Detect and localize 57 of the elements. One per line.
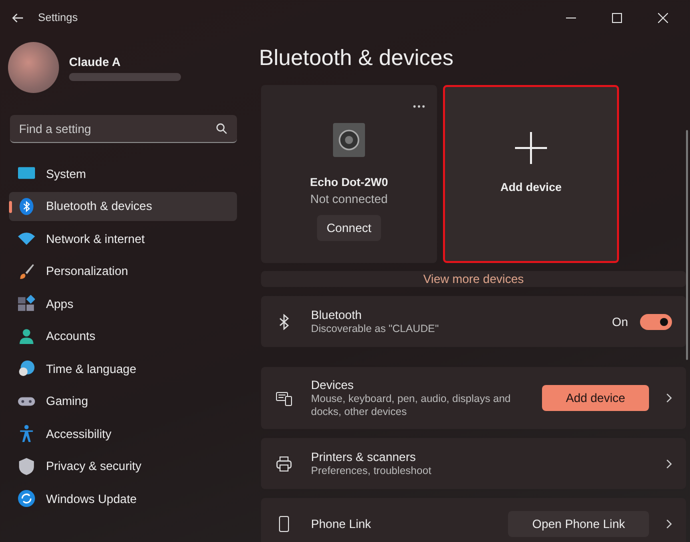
sidebar-item[interactable]: Apps	[9, 289, 237, 318]
settings-row[interactable]: Devices Mouse, keyboard, pen, audio, displays and docks, other devices Add device	[261, 367, 686, 429]
close-icon[interactable]	[658, 12, 668, 22]
monitor-icon	[18, 165, 35, 182]
window-title: Settings	[38, 12, 78, 24]
view-more-devices-button[interactable]: View more devices	[261, 271, 686, 287]
sidebar-item[interactable]: Accounts	[9, 322, 237, 350]
toggle-state: On	[612, 314, 628, 328]
paintbrush-icon	[18, 262, 35, 280]
bluetooth-icon	[18, 198, 35, 214]
setting-title: Printers & scanners	[311, 450, 417, 464]
setting-title: Bluetooth	[311, 308, 363, 322]
maximize-icon[interactable]	[612, 12, 622, 22]
sidebar-item[interactable]: Privacy & security	[9, 452, 237, 480]
setting-description: Preferences, troubleshoot	[311, 464, 432, 478]
row-button[interactable]: Add device	[542, 385, 649, 411]
chevron-icon[interactable]	[666, 393, 672, 403]
sidebar-item[interactable]: Windows Update	[9, 484, 237, 513]
accessibility-icon	[18, 425, 35, 442]
shield-icon	[18, 458, 35, 474]
apps-icon	[18, 295, 35, 312]
setting-title: Devices	[311, 378, 355, 392]
sidebar-item[interactable]: Personalization	[9, 256, 237, 286]
phone-icon	[276, 516, 292, 532]
avatar	[8, 42, 59, 93]
settings-row[interactable]: Bluetooth Discoverable as "CLAUDE" On	[261, 296, 686, 347]
setting-description: Discoverable as "CLAUDE"	[311, 322, 440, 336]
connect-button[interactable]: Connect	[316, 215, 382, 241]
setting-title: Phone Link	[311, 516, 372, 530]
search-field[interactable]: Find a setting	[10, 115, 237, 143]
page-title: Bluetooth & devices	[259, 45, 454, 71]
more-icon[interactable]	[413, 105, 425, 108]
user-name: Claude A	[69, 54, 122, 68]
chevron-icon[interactable]	[666, 518, 672, 528]
settings-row[interactable]: Printers & scanners Preferences, troubleshoot	[261, 438, 686, 489]
plus-icon	[515, 132, 547, 164]
back-icon[interactable]	[12, 12, 24, 22]
search-icon	[216, 123, 227, 134]
device-status: Not connected	[310, 192, 388, 206]
sidebar-item[interactable]: Bluetooth & devices	[9, 192, 237, 220]
setting-description: Mouse, keyboard, pen, audio, displays and docks, other devices	[311, 392, 512, 418]
wifi-icon	[18, 230, 35, 247]
sidebar-item[interactable]: Gaming	[9, 386, 237, 416]
person-icon	[18, 328, 35, 344]
sidebar-item[interactable]: Network & internet	[9, 224, 237, 253]
chevron-icon[interactable]	[666, 458, 672, 468]
speaker-icon	[333, 123, 365, 157]
bluetooth-toggle[interactable]	[640, 314, 672, 330]
update-icon	[18, 490, 35, 507]
printer-icon	[276, 456, 292, 472]
device-name: Echo Dot-2W0	[310, 177, 388, 189]
sidebar-item[interactable]: Time & language	[9, 354, 237, 383]
sidebar-item[interactable]: System	[9, 159, 237, 188]
add-device-card[interactable]: Add device	[443, 85, 619, 263]
settings-row[interactable]: Phone Link Open Phone Link	[261, 498, 686, 542]
sidebar-item[interactable]: Accessibility	[9, 419, 237, 448]
row-button[interactable]: Open Phone Link	[508, 510, 649, 536]
